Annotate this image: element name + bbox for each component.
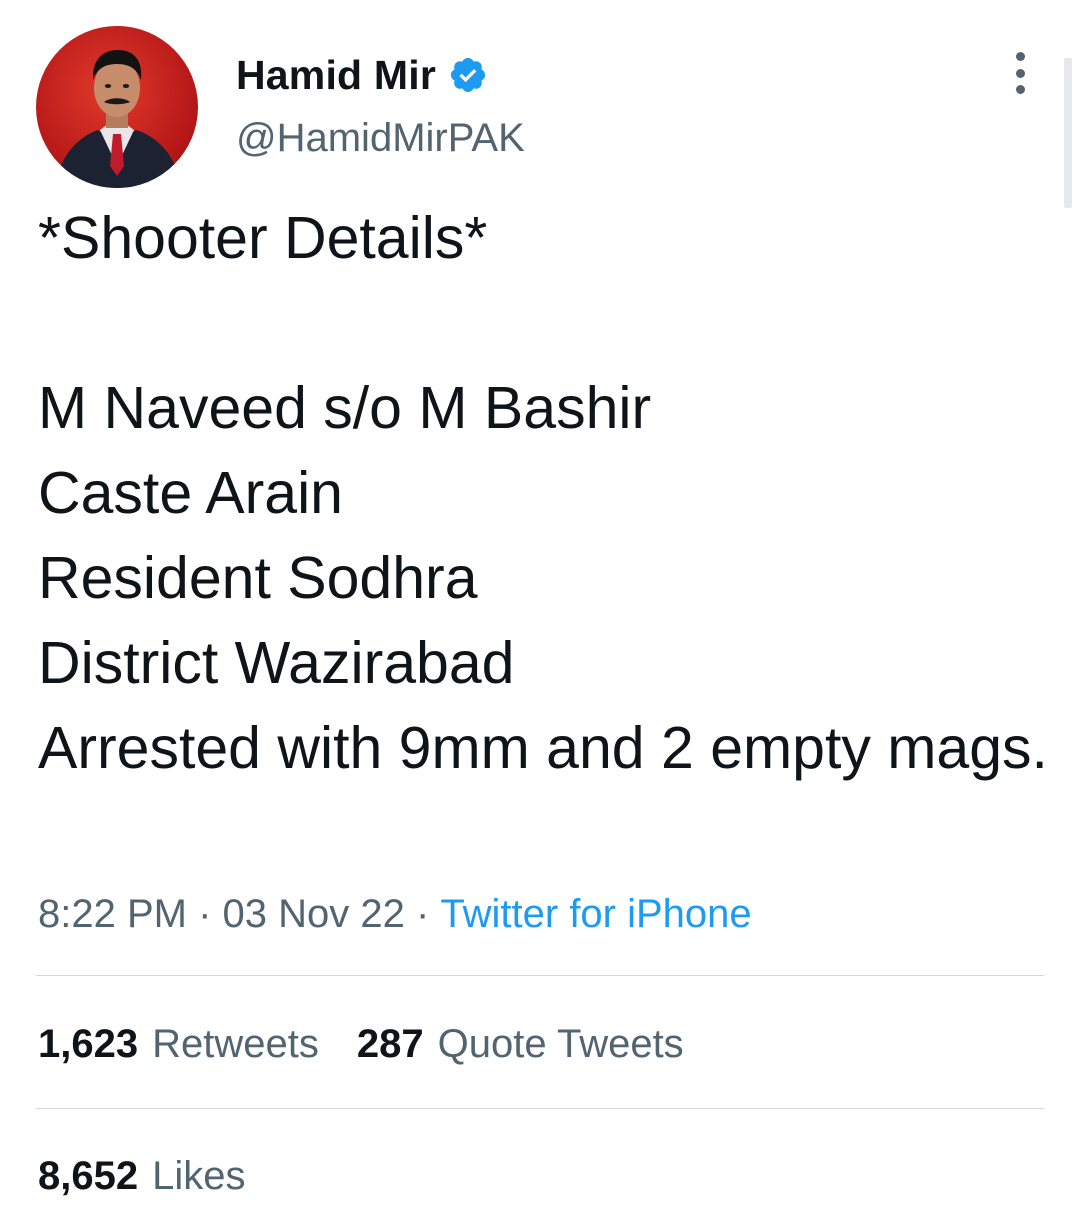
- tweet-source-link[interactable]: Twitter for iPhone: [440, 892, 751, 937]
- meta-separator: ·: [404, 891, 441, 936]
- scrollbar[interactable]: [1064, 58, 1072, 208]
- engagement-stats-row: 1,623 Retweets 287 Quote Tweets: [38, 1014, 722, 1074]
- tweet-meta: 8:22 PM · 03 Nov 22 · Twitter for iPhone: [38, 886, 752, 942]
- author-handle[interactable]: @HamidMirPAK: [236, 116, 525, 161]
- tweet-text: *Shooter Details* M Naveed s/o M Bashir …: [38, 205, 1048, 781]
- author-display-name[interactable]: Hamid Mir: [236, 52, 436, 99]
- quote-tweets-stat[interactable]: 287 Quote Tweets: [357, 1022, 684, 1067]
- divider: [36, 1108, 1044, 1109]
- retweets-label: Retweets: [152, 1021, 319, 1066]
- tweet-time[interactable]: 8:22 PM: [38, 892, 187, 937]
- verified-badge-icon: [450, 57, 486, 93]
- avatar-photo-icon: [36, 26, 198, 188]
- quote-tweets-label: Quote Tweets: [437, 1021, 684, 1066]
- more-options-button[interactable]: [1004, 50, 1036, 96]
- quote-tweets-count: 287: [356, 1021, 424, 1066]
- avatar[interactable]: [36, 26, 198, 188]
- divider: [36, 975, 1044, 976]
- likes-label: Likes: [152, 1153, 246, 1198]
- tweet-date[interactable]: 03 Nov 22: [223, 892, 405, 937]
- more-options-icon-dot: [1015, 68, 1025, 78]
- more-options-icon-dot: [1015, 85, 1025, 94]
- author-name-row[interactable]: Hamid Mir: [236, 50, 488, 100]
- more-options-icon: [1015, 52, 1025, 61]
- likes-count: 8,652: [38, 1153, 139, 1198]
- meta-separator: ·: [186, 891, 223, 936]
- retweets-count: 1,623: [38, 1021, 139, 1066]
- likes-stats-row: 8,652 Likes: [38, 1146, 284, 1206]
- retweets-stat[interactable]: 1,623 Retweets: [38, 1022, 319, 1067]
- likes-stat[interactable]: 8,652 Likes: [38, 1154, 246, 1199]
